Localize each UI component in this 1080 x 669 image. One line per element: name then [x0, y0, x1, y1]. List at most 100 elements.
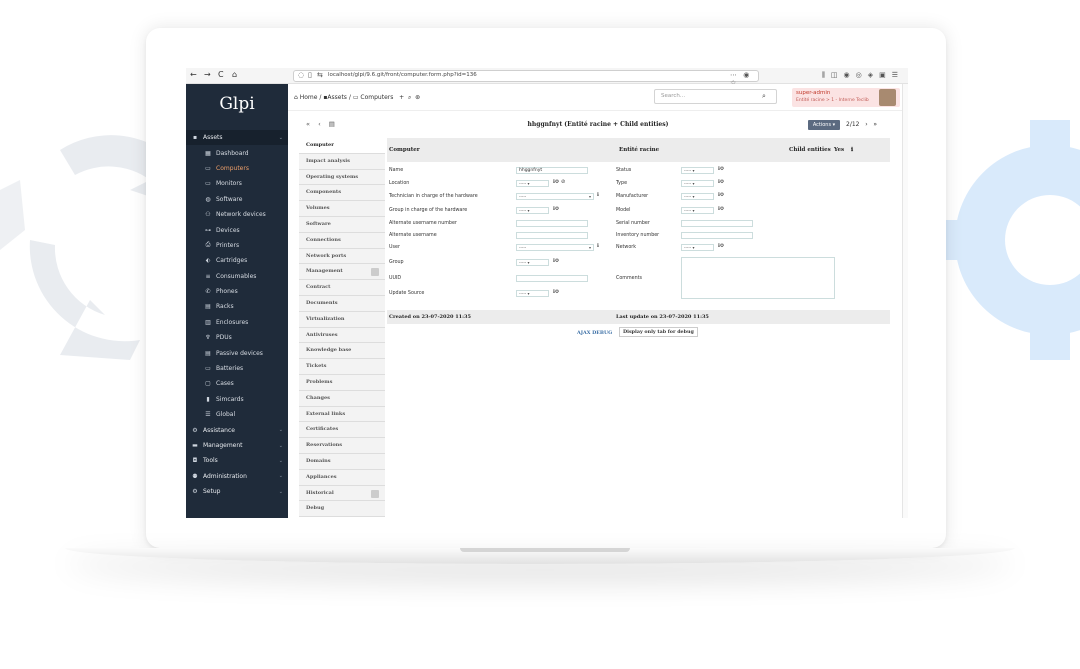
update-source-select[interactable]: ----- ▾ [516, 290, 549, 297]
reload-icon[interactable]: C [218, 70, 224, 79]
sidebar-item-assistance[interactable]: ⚙ Assistance ⌄ [186, 422, 288, 437]
breadcrumb-home[interactable]: Home [300, 94, 318, 101]
tab-operating-systems[interactable]: Operating systems [299, 169, 385, 186]
sidebar-item-passive-devices[interactable]: ▤ Passive devices [186, 345, 288, 360]
add-icon[interactable]: + [399, 94, 404, 101]
breadcrumb-computers[interactable]: Computers [360, 94, 393, 101]
sidebar-item-assets[interactable]: ▪ Assets ⌄ [186, 130, 288, 146]
tab-antiviruses[interactable]: Antiviruses [299, 327, 385, 344]
group-select[interactable]: ----- ▾ [516, 259, 549, 266]
tab-computer[interactable]: Computer [299, 138, 385, 154]
tab-impact-analysis[interactable]: Impact analysis [299, 153, 385, 170]
debug-tab-button[interactable]: Display only tab for debug [619, 327, 698, 337]
technician-info-icon[interactable]: ℹ [597, 192, 599, 198]
status-select[interactable]: ----- ▾ [681, 167, 714, 174]
serial-field[interactable] [681, 220, 753, 227]
tab-virtualization[interactable]: Virtualization [299, 311, 385, 328]
tab-components[interactable]: Components [299, 185, 385, 202]
group-actions-icon[interactable]: ℹ⚙ [553, 258, 559, 264]
sidebar-item-batteries[interactable]: ▭ Batteries [186, 361, 288, 376]
tab-historical[interactable]: Historical [299, 485, 385, 502]
tab-contract[interactable]: Contract [299, 280, 385, 296]
sidebar-item-simcards[interactable]: ▮ Simcards [186, 392, 288, 407]
alt-username-field[interactable] [516, 232, 588, 239]
last-icon[interactable]: » [873, 121, 877, 128]
sidebar-item-enclosures[interactable]: ▥ Enclosures [186, 315, 288, 330]
comments-textarea[interactable] [681, 257, 835, 299]
sidebar-item-cartridges[interactable]: ⬖ Cartridges [186, 253, 288, 268]
home-icon[interactable]: ⌂ [232, 70, 237, 79]
browser-extensions-icon[interactable]: ⫼◫◉◎◈▣☰ [822, 71, 904, 80]
manufacturer-select[interactable]: ----- ▾ [681, 193, 714, 200]
tab-domains[interactable]: Domains [299, 453, 385, 470]
sidebar-item-network-devices[interactable]: ⚇ Network devices [186, 207, 288, 222]
alt-username-number-field[interactable] [516, 220, 588, 227]
status-actions-icon[interactable]: ℹ⚙ [718, 166, 724, 172]
next-icon[interactable]: › [865, 121, 867, 128]
sidebar-item-software[interactable]: ◍ Software [186, 192, 288, 207]
sidebar-item-racks[interactable]: ▤ Racks [186, 299, 288, 314]
user-info-icon[interactable]: ℹ [597, 243, 599, 249]
type-actions-icon[interactable]: ℹ⚙ [718, 179, 724, 185]
sidebar-item-dashboard[interactable]: ▦ Dashboard [186, 145, 288, 160]
sidebar-item-tools[interactable]: ◘ Tools ⌄ [186, 453, 288, 468]
sidebar-item-cases[interactable]: ▢ Cases [186, 376, 288, 391]
model-actions-icon[interactable]: ℹ⚙ [718, 206, 724, 212]
ajax-debug-link[interactable]: AJAX DEBUG [577, 330, 612, 336]
sidebar-item-devices[interactable]: ⊶ Devices [186, 222, 288, 237]
tab-appliances[interactable]: Appliances [299, 469, 385, 486]
manufacturer-actions-icon[interactable]: ℹ⚙ [718, 192, 724, 198]
tab-connections[interactable]: Connections [299, 232, 385, 249]
sidebar-item-phones[interactable]: ✆ Phones [186, 284, 288, 299]
search-button-icon[interactable]: ⌕ [762, 92, 766, 101]
sidebar-item-global[interactable]: ☰ Global [186, 407, 288, 422]
sidebar-item-consumables[interactable]: ≡ Consumables [186, 269, 288, 284]
tab-debug[interactable]: Debug [299, 501, 385, 518]
technician-select[interactable]: ----- ▾ [516, 193, 594, 200]
sidebar-item-setup[interactable]: ⚙ Setup ⌄ [186, 484, 288, 499]
location-select[interactable]: ----- ▾ [516, 180, 549, 187]
group-tech-actions-icon[interactable]: ℹ⚙ [553, 206, 559, 212]
name-field[interactable]: hhggnfnyt [516, 167, 588, 174]
back-icon[interactable]: ← [190, 70, 197, 79]
search-icon[interactable]: ⌕ [408, 94, 411, 101]
scrollbar[interactable] [902, 84, 908, 518]
tab-network-ports[interactable]: Network ports [299, 248, 385, 265]
network-actions-icon[interactable]: ℹ⚙ [718, 243, 724, 249]
user-menu[interactable]: super-admin Entité racine > 1 - Interne … [792, 88, 900, 107]
saved-search-icon[interactable]: ⊛ [415, 94, 420, 101]
group-tech-select[interactable]: ----- ▾ [516, 207, 549, 214]
tab-reservations[interactable]: Reservations [299, 438, 385, 454]
glpi-logo[interactable]: Glpi [186, 88, 288, 128]
tab-certificates[interactable]: Certificates [299, 422, 385, 439]
sidebar-item-computers[interactable]: ▭ Computers [186, 161, 288, 176]
tab-documents[interactable]: Documents [299, 295, 385, 312]
tab-management[interactable]: Management [299, 264, 385, 281]
url-bar[interactable]: ◌ ▯ ⇆ localhost/glpi/9.6.git/front/compu… [293, 70, 759, 87]
tab-problems[interactable]: Problems [299, 374, 385, 391]
network-select[interactable]: ----- ▾ [681, 244, 714, 251]
breadcrumb-assets[interactable]: Assets [327, 94, 347, 101]
type-select[interactable]: ----- ▾ [681, 180, 714, 187]
forward-icon[interactable]: → [204, 70, 211, 79]
actions-button[interactable]: Actions ▾ [808, 120, 840, 130]
sidebar-item-printers[interactable]: ⎙ Printers [186, 238, 288, 253]
location-actions-icon[interactable]: ℹ⚙ ⊘ [553, 179, 565, 185]
search-input[interactable]: Search... [654, 89, 777, 104]
tab-tickets[interactable]: Tickets [299, 359, 385, 375]
tab-software[interactable]: Software [299, 216, 385, 233]
user-select[interactable]: ----- ▾ [516, 244, 594, 251]
sidebar-item-pdus[interactable]: ♆ PDUs [186, 330, 288, 345]
model-select[interactable]: ----- ▾ [681, 207, 714, 214]
home-icon[interactable]: ⌂ [294, 94, 298, 101]
update-source-actions-icon[interactable]: ℹ⚙ [553, 289, 559, 295]
tab-external-links[interactable]: External links [299, 406, 385, 423]
tab-changes[interactable]: Changes [299, 390, 385, 407]
tab-knowledge-base[interactable]: Knowledge base [299, 343, 385, 360]
info-icon[interactable]: ℹ [851, 147, 853, 153]
sidebar-item-management[interactable]: ▬ Management ⌄ [186, 438, 288, 453]
uuid-field[interactable] [516, 275, 588, 282]
inventory-field[interactable] [681, 232, 753, 239]
sidebar-item-monitors[interactable]: ▭ Monitors [186, 176, 288, 191]
tab-volumes[interactable]: Volumes [299, 201, 385, 217]
